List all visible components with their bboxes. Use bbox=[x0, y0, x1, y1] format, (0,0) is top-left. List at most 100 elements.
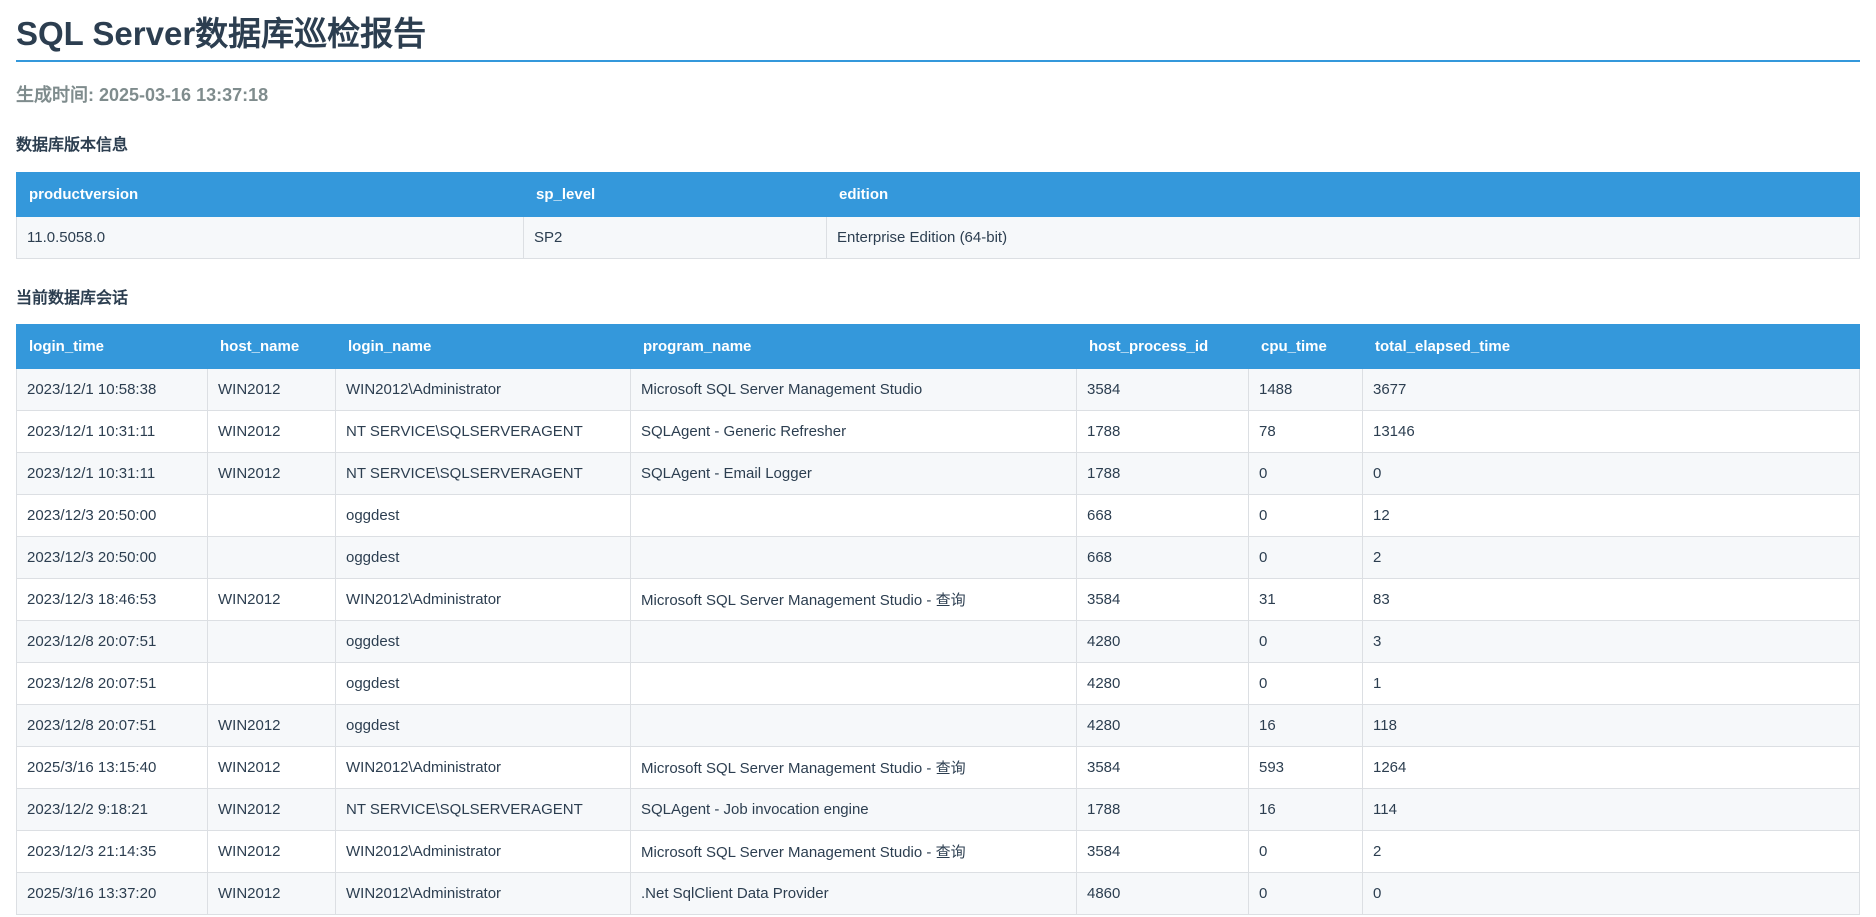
cell-login-name: oggdest bbox=[335, 494, 631, 537]
cell-cpu-time: 593 bbox=[1248, 746, 1363, 789]
cell-total-elapsed-time: 3677 bbox=[1362, 368, 1860, 411]
cell-cpu-time: 16 bbox=[1248, 788, 1363, 831]
cell-login-time: 2023/12/8 20:07:51 bbox=[16, 662, 208, 705]
cell-host-process-id: 4280 bbox=[1076, 704, 1249, 747]
table-row: 2023/12/8 20:07:51 oggdest 4280 0 3 bbox=[16, 620, 1860, 663]
table-row: 2023/12/2 9:18:21 WIN2012 NT SERVICE\SQLSE… bbox=[16, 788, 1860, 831]
column-header-login-name: login_name bbox=[335, 324, 631, 369]
cell-host-process-id: 3584 bbox=[1076, 830, 1249, 873]
cell-login-time: 2023/12/3 18:46:53 bbox=[16, 578, 208, 621]
cell-productversion: 11.0.5058.0 bbox=[16, 216, 524, 259]
table-row: 2023/12/3 21:14:35 WIN2012 WIN2012\Adminis… bbox=[16, 830, 1860, 873]
cell-total-elapsed-time: 2 bbox=[1362, 536, 1860, 579]
cell-total-elapsed-time: 118 bbox=[1362, 704, 1860, 747]
cell-total-elapsed-time: 114 bbox=[1362, 788, 1860, 831]
cell-host-name: WIN2012 bbox=[207, 578, 336, 621]
cell-login-time: 2023/12/1 10:31:11 bbox=[16, 410, 208, 453]
cell-login-name: oggdest bbox=[335, 662, 631, 705]
cell-login-name: NT SERVICE\SQLSERVERAGENT bbox=[335, 410, 631, 453]
cell-login-name: oggdest bbox=[335, 536, 631, 579]
cell-sp-level: SP2 bbox=[523, 216, 827, 259]
column-header-sp-level: sp_level bbox=[523, 172, 827, 217]
cell-host-process-id: 4860 bbox=[1076, 872, 1249, 915]
cell-host-name: WIN2012 bbox=[207, 368, 336, 411]
table-row: 2023/12/8 20:07:51 WIN2012 oggdest 4280 16 11… bbox=[16, 704, 1860, 747]
cell-login-time: 2023/12/1 10:58:38 bbox=[16, 368, 208, 411]
cell-login-name: WIN2012\Administrator bbox=[335, 578, 631, 621]
cell-total-elapsed-time: 3 bbox=[1362, 620, 1860, 663]
cell-host-name: WIN2012 bbox=[207, 704, 336, 747]
cell-total-elapsed-time: 13146 bbox=[1362, 410, 1860, 453]
cell-host-name bbox=[207, 662, 336, 705]
cell-host-name: WIN2012 bbox=[207, 830, 336, 873]
cell-login-time: 2025/3/16 13:37:20 bbox=[16, 872, 208, 915]
table-row: 2023/12/1 10:31:11 WIN2012 NT SERVICE\SQLS… bbox=[16, 410, 1860, 453]
column-header-productversion: productversion bbox=[16, 172, 524, 217]
cell-login-name: oggdest bbox=[335, 704, 631, 747]
cell-cpu-time: 0 bbox=[1248, 872, 1363, 915]
cell-program-name: SQLAgent - Email Logger bbox=[630, 452, 1077, 495]
cell-login-time: 2023/12/8 20:07:51 bbox=[16, 704, 208, 747]
report-title: SQL Server数据库巡检报告 bbox=[16, 0, 1860, 62]
cell-program-name: Microsoft SQL Server Management Studio bbox=[630, 368, 1077, 411]
column-header-program-name: program_name bbox=[630, 324, 1077, 369]
cell-host-name: WIN2012 bbox=[207, 872, 336, 915]
cell-login-time: 2025/3/16 13:15:40 bbox=[16, 746, 208, 789]
cell-edition: Enterprise Edition (64-bit) bbox=[826, 216, 1860, 259]
table-row: 2023/12/1 10:58:38 WIN2012 WIN2012\Adminis… bbox=[16, 368, 1860, 411]
cell-host-process-id: 1788 bbox=[1076, 410, 1249, 453]
cell-program-name bbox=[630, 494, 1077, 537]
column-header-host-process-id: host_process_id bbox=[1076, 324, 1249, 369]
version-table: productversion sp_level edition 11.0.5058.… bbox=[16, 172, 1860, 259]
table-header-row: login_time host_name login_name program_nam… bbox=[16, 324, 1860, 369]
cell-program-name bbox=[630, 536, 1077, 579]
table-row: 11.0.5058.0 SP2 Enterprise Edition (64-bit… bbox=[16, 216, 1860, 259]
cell-login-time: 2023/12/3 20:50:00 bbox=[16, 494, 208, 537]
report-page: SQL Server数据库巡检报告 生成时间: 2025-03-16 13:37… bbox=[0, 0, 1876, 915]
cell-host-process-id: 3584 bbox=[1076, 746, 1249, 789]
cell-cpu-time: 0 bbox=[1248, 620, 1363, 663]
table-row: 2023/12/3 20:50:00 oggdest 668 0 12 bbox=[16, 494, 1860, 537]
cell-login-name: oggdest bbox=[335, 620, 631, 663]
cell-host-process-id: 668 bbox=[1076, 536, 1249, 579]
column-header-host-name: host_name bbox=[207, 324, 336, 369]
cell-program-name: .Net SqlClient Data Provider bbox=[630, 872, 1077, 915]
cell-login-time: 2023/12/1 10:31:11 bbox=[16, 452, 208, 495]
cell-host-name bbox=[207, 494, 336, 537]
cell-login-time: 2023/12/3 20:50:00 bbox=[16, 536, 208, 579]
cell-host-name: WIN2012 bbox=[207, 410, 336, 453]
cell-host-name bbox=[207, 620, 336, 663]
cell-total-elapsed-time: 83 bbox=[1362, 578, 1860, 621]
cell-host-name: WIN2012 bbox=[207, 746, 336, 789]
cell-host-name: WIN2012 bbox=[207, 452, 336, 495]
cell-total-elapsed-time: 0 bbox=[1362, 872, 1860, 915]
cell-cpu-time: 0 bbox=[1248, 536, 1363, 579]
cell-login-name: NT SERVICE\SQLSERVERAGENT bbox=[335, 788, 631, 831]
table-row: 2023/12/1 10:31:11 WIN2012 NT SERVICE\SQLS… bbox=[16, 452, 1860, 495]
cell-program-name bbox=[630, 662, 1077, 705]
table-row: 2025/3/16 13:37:20 WIN2012 WIN2012\Adminis… bbox=[16, 872, 1860, 915]
cell-host-process-id: 668 bbox=[1076, 494, 1249, 537]
column-header-cpu-time: cpu_time bbox=[1248, 324, 1363, 369]
cell-login-name: WIN2012\Administrator bbox=[335, 368, 631, 411]
table-header-row: productversion sp_level edition bbox=[16, 172, 1860, 217]
cell-cpu-time: 31 bbox=[1248, 578, 1363, 621]
cell-cpu-time: 0 bbox=[1248, 494, 1363, 537]
cell-cpu-time: 0 bbox=[1248, 452, 1363, 495]
cell-program-name: SQLAgent - Generic Refresher bbox=[630, 410, 1077, 453]
column-header-total-elapsed-time: total_elapsed_time bbox=[1362, 324, 1860, 369]
cell-host-name bbox=[207, 536, 336, 579]
generated-time: 生成时间: 2025-03-16 13:37:18 bbox=[16, 85, 269, 105]
cell-login-name: WIN2012\Administrator bbox=[335, 746, 631, 789]
column-header-edition: edition bbox=[826, 172, 1860, 217]
cell-login-time: 2023/12/8 20:07:51 bbox=[16, 620, 208, 663]
cell-cpu-time: 1488 bbox=[1248, 368, 1363, 411]
cell-program-name: SQLAgent - Job invocation engine bbox=[630, 788, 1077, 831]
cell-program-name: Microsoft SQL Server Management Studio -… bbox=[630, 830, 1077, 873]
cell-host-name: WIN2012 bbox=[207, 788, 336, 831]
cell-total-elapsed-time: 1 bbox=[1362, 662, 1860, 705]
cell-cpu-time: 0 bbox=[1248, 830, 1363, 873]
cell-login-name: WIN2012\Administrator bbox=[335, 872, 631, 915]
table-row: 2023/12/3 20:50:00 oggdest 668 0 2 bbox=[16, 536, 1860, 579]
cell-program-name: Microsoft SQL Server Management Studio -… bbox=[630, 578, 1077, 621]
